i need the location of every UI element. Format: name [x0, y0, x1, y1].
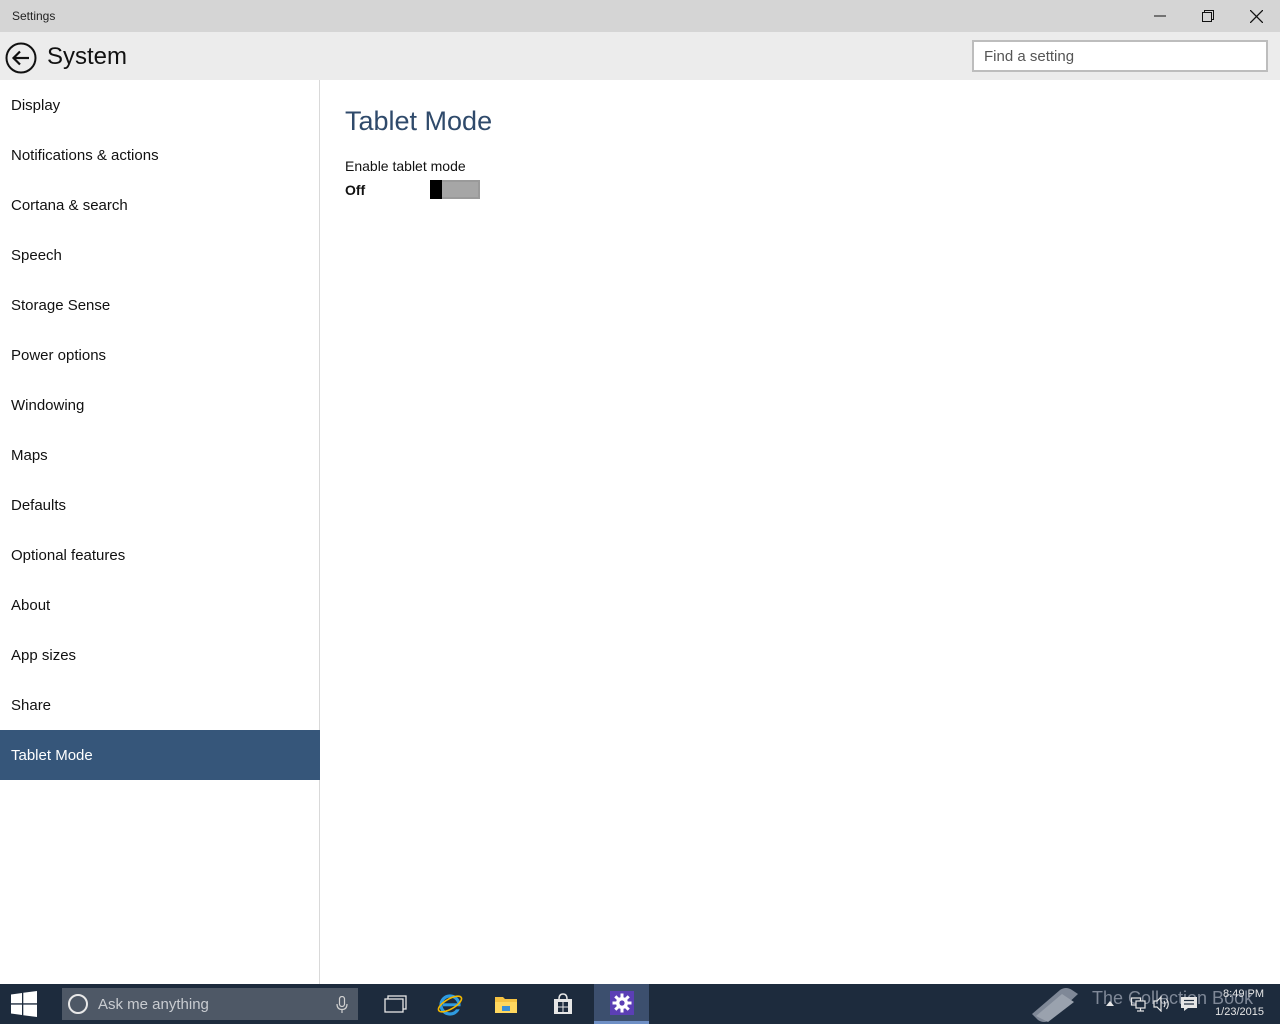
sidebar-item-app-sizes[interactable]: App sizes	[0, 630, 320, 680]
show-hidden-icons-icon[interactable]	[1104, 996, 1116, 1010]
sidebar-item-notifications[interactable]: Notifications & actions	[0, 130, 320, 180]
network-icon[interactable]	[1130, 996, 1146, 1012]
windows-logo-icon	[11, 991, 37, 1017]
sidebar-item-tablet-mode[interactable]: Tablet Mode	[0, 730, 320, 780]
clock-date[interactable]: 1/23/2015	[1204, 1006, 1264, 1018]
sidebar-item-share[interactable]: Share	[0, 680, 320, 730]
internet-explorer-button[interactable]	[424, 984, 476, 1024]
restore-button[interactable]	[1184, 0, 1232, 32]
taskbar: Ask me anything The Collection Book 8:49…	[0, 984, 1280, 1024]
search-input[interactable]	[974, 42, 1266, 70]
sidebar: Display Notifications & actions Cortana …	[0, 80, 320, 984]
internet-explorer-icon	[437, 994, 463, 1016]
window-title: Settings	[12, 9, 56, 23]
header: System	[0, 32, 1280, 80]
book-logo-icon	[1032, 988, 1078, 1022]
back-arrow-icon	[5, 42, 37, 74]
toggle-knob[interactable]	[430, 180, 442, 199]
cortana-icon	[68, 994, 88, 1014]
minimize-icon	[1154, 15, 1166, 17]
settings-gear-icon	[609, 990, 634, 1015]
section-title: Tablet Mode	[345, 106, 493, 136]
cortana-placeholder: Ask me anything	[98, 996, 209, 1013]
back-button[interactable]	[5, 42, 37, 74]
settings-taskbar-button[interactable]	[594, 984, 649, 1024]
sidebar-item-optional-features[interactable]: Optional features	[0, 530, 320, 580]
sidebar-item-display[interactable]: Display	[0, 80, 320, 130]
task-view-button[interactable]	[370, 984, 422, 1024]
sidebar-item-cortana[interactable]: Cortana & search	[0, 180, 320, 230]
cortana-search-box[interactable]: Ask me anything	[62, 988, 358, 1020]
sidebar-item-maps[interactable]: Maps	[0, 430, 320, 480]
folder-icon	[495, 997, 517, 1013]
toggle-state-label: Off	[345, 182, 366, 198]
sidebar-item-about[interactable]: About	[0, 580, 320, 630]
sidebar-item-storage-sense[interactable]: Storage Sense	[0, 280, 320, 330]
title-bar: Settings	[0, 0, 1280, 32]
content-pane: Tablet Mode Enable tablet mode Off	[321, 80, 1280, 984]
file-explorer-button[interactable]	[480, 984, 532, 1024]
restore-icon	[1202, 10, 1214, 22]
tablet-mode-toggle[interactable]	[430, 180, 480, 199]
search-box[interactable]	[972, 40, 1268, 72]
close-icon	[1249, 9, 1263, 23]
volume-icon[interactable]	[1153, 996, 1171, 1012]
minimize-button[interactable]	[1136, 0, 1184, 32]
microphone-icon[interactable]	[336, 996, 348, 1014]
clock-time[interactable]: 8:49 PM	[1214, 988, 1264, 1000]
store-button[interactable]	[537, 984, 589, 1024]
sidebar-item-defaults[interactable]: Defaults	[0, 480, 320, 530]
sidebar-item-speech[interactable]: Speech	[0, 230, 320, 280]
sidebar-item-windowing[interactable]: Windowing	[0, 380, 320, 430]
store-icon	[554, 993, 572, 1014]
toggle-track	[442, 182, 478, 197]
sidebar-item-power-options[interactable]: Power options	[0, 330, 320, 380]
action-center-icon[interactable]	[1180, 996, 1198, 1012]
page-title: System	[47, 43, 128, 70]
start-button[interactable]	[0, 984, 48, 1024]
tablet-mode-setting-label: Enable tablet mode	[345, 158, 466, 174]
close-button[interactable]	[1232, 0, 1280, 32]
task-view-icon	[384, 995, 407, 1013]
